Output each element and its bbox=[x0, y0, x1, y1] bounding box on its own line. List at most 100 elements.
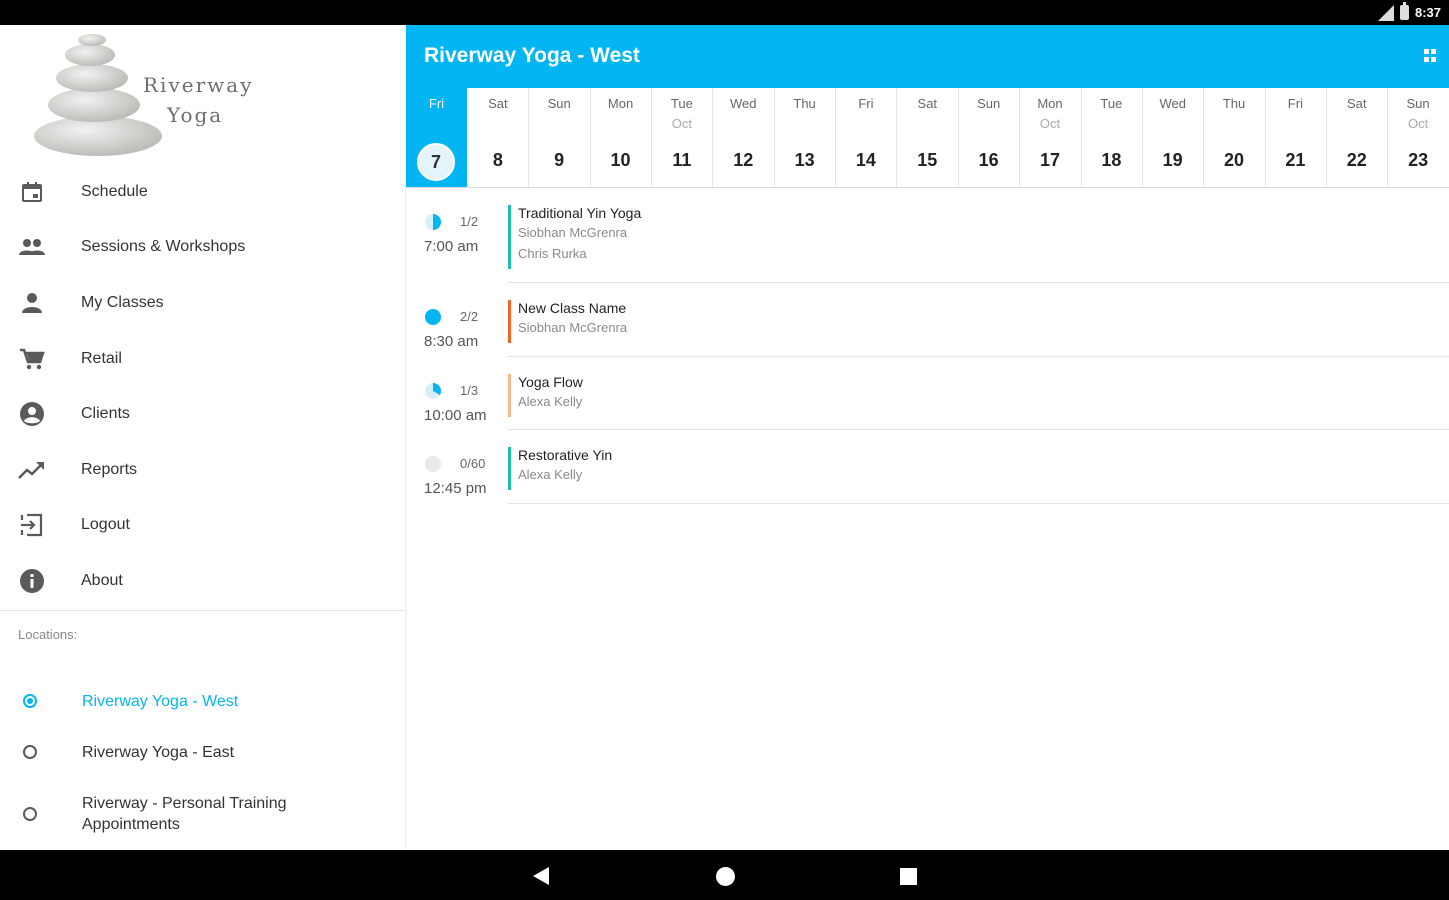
location-item-east[interactable]: Riverway Yoga - East bbox=[0, 742, 405, 762]
class-instructor: Siobhan McGrenra bbox=[518, 225, 628, 240]
date-cell-17[interactable]: Mon Oct 17 bbox=[1020, 88, 1082, 187]
date-month: Oct bbox=[1407, 116, 1429, 131]
date-strip: Fri 7 Sat 8 Sun 9 Mon 10 Tue Oct 11 Wed 12 Thu 13 Fri 14… bbox=[406, 88, 1449, 188]
account-circle-icon bbox=[18, 400, 46, 428]
status-bar: 8:37 bbox=[0, 0, 1449, 25]
date-day-name: Tue bbox=[670, 96, 693, 111]
date-cell-8[interactable]: Sat 8 bbox=[467, 88, 530, 187]
date-day-name: Fri bbox=[858, 96, 874, 111]
class-name: Traditional Yin Yoga bbox=[518, 205, 642, 221]
capacity-pie-icon bbox=[425, 382, 441, 399]
drawer-divider bbox=[0, 610, 405, 611]
nav-item-reports[interactable]: Reports bbox=[0, 442, 405, 498]
status-icons: 8:37 bbox=[1377, 2, 1441, 22]
class-row[interactable]: 2/2 8:30 am New Class Name Siobhan McGrenra bbox=[406, 283, 1449, 357]
class-name: New Class Name bbox=[518, 300, 627, 316]
date-day-number: 18 bbox=[1101, 150, 1122, 170]
date-day-number: 9 bbox=[554, 150, 565, 170]
radio-selected-icon[interactable] bbox=[23, 694, 37, 708]
date-cell-9[interactable]: Sun 9 bbox=[529, 88, 591, 187]
class-color-bar bbox=[508, 205, 511, 269]
system-nav-bar bbox=[0, 850, 1449, 900]
class-row[interactable]: 1/2 7:00 am Traditional Yin Yoga Siobhan Mc… bbox=[406, 188, 1449, 283]
date-cell-23[interactable]: Sun Oct 23 bbox=[1388, 88, 1449, 187]
capacity-pie-icon bbox=[425, 456, 441, 472]
nav-label-reports: Reports bbox=[81, 460, 138, 478]
class-time: 8:30 am bbox=[424, 333, 479, 350]
date-cell-7[interactable]: Fri 7 bbox=[406, 88, 467, 187]
date-day-name: Thu bbox=[793, 96, 816, 111]
class-time: 12:45 pm bbox=[424, 480, 487, 497]
page-title: Riverway Yoga - West bbox=[424, 44, 640, 67]
date-day-number: 14 bbox=[855, 150, 876, 170]
class-instructor: Chris Rurka bbox=[518, 246, 587, 261]
drawer-nav-list: Schedule Sessions & Workshops My Classes… bbox=[0, 164, 405, 609]
nav-item-schedule[interactable]: Schedule bbox=[0, 164, 405, 220]
date-cell-22[interactable]: Sat 22 bbox=[1326, 88, 1389, 187]
nav-label-retail: Retail bbox=[81, 349, 122, 367]
date-day-number: 12 bbox=[733, 150, 754, 170]
capacity-pie-icon bbox=[425, 214, 441, 230]
nav-label-sessions-workshops: Sessions & Workshops bbox=[81, 238, 246, 256]
date-cell-21[interactable]: Fri 21 bbox=[1265, 88, 1327, 187]
nav-item-clients[interactable]: Clients bbox=[0, 386, 405, 442]
date-day-name: Sun bbox=[547, 96, 571, 111]
location-item-personal-training[interactable]: Riverway - Personal Training Appointment… bbox=[0, 793, 405, 835]
date-day-name: Thu bbox=[1222, 96, 1246, 111]
date-cell-12[interactable]: Wed 12 bbox=[713, 88, 775, 187]
radio-unselected-icon[interactable] bbox=[23, 745, 37, 759]
grid-view-icon[interactable] bbox=[1424, 49, 1436, 62]
date-day-number: 8 bbox=[492, 150, 503, 170]
date-day-number: 20 bbox=[1224, 150, 1245, 170]
date-day-number: 13 bbox=[794, 150, 815, 170]
date-day-name: Tue bbox=[1100, 96, 1123, 111]
class-row[interactable]: 0/60 12:45 pm Restorative Yin Alexa Kelly bbox=[406, 430, 1449, 504]
location-label-east: Riverway Yoga - East bbox=[82, 743, 235, 761]
class-instructor: Siobhan McGrenra bbox=[518, 320, 628, 335]
row-divider bbox=[508, 502, 1449, 504]
date-cell-13[interactable]: Thu 13 bbox=[774, 88, 837, 187]
cart-icon bbox=[18, 345, 46, 373]
class-capacity: 2/2 bbox=[460, 309, 479, 324]
date-cell-19[interactable]: Wed 19 bbox=[1142, 88, 1205, 187]
date-day-name: Sun bbox=[1406, 96, 1430, 111]
date-day-number: 7 bbox=[417, 143, 455, 181]
date-cell-15[interactable]: Sat 15 bbox=[897, 88, 959, 187]
date-day-name: Sun bbox=[977, 96, 1001, 111]
logout-icon bbox=[18, 511, 46, 539]
class-row[interactable]: 1/3 10:00 am Yoga Flow Alexa Kelly bbox=[406, 357, 1449, 430]
date-cell-11[interactable]: Tue Oct 11 bbox=[651, 88, 714, 187]
date-day-number: 22 bbox=[1346, 150, 1367, 170]
date-day-name: Sat bbox=[1346, 96, 1367, 111]
class-capacity: 1/2 bbox=[460, 214, 479, 229]
date-cell-18[interactable]: Tue 18 bbox=[1081, 88, 1143, 187]
date-month: Oct bbox=[1039, 116, 1061, 131]
home-icon[interactable] bbox=[716, 867, 735, 886]
date-cell-20[interactable]: Thu 20 bbox=[1204, 88, 1266, 187]
date-day-number: 11 bbox=[672, 150, 692, 170]
recents-icon[interactable] bbox=[900, 868, 917, 885]
date-cell-16[interactable]: Sun 16 bbox=[958, 88, 1021, 187]
calendar-icon bbox=[18, 178, 46, 206]
person-icon bbox=[18, 289, 46, 317]
nav-item-sessions-workshops[interactable]: Sessions & Workshops bbox=[0, 220, 405, 276]
date-cell-10[interactable]: Mon 10 bbox=[590, 88, 653, 187]
back-icon[interactable] bbox=[533, 867, 549, 885]
date-day-number: 16 bbox=[978, 150, 999, 170]
nav-item-my-classes[interactable]: My Classes bbox=[0, 275, 405, 331]
nav-label-logout: Logout bbox=[81, 516, 130, 534]
date-day-number: 17 bbox=[1039, 150, 1061, 170]
class-name: Restorative Yin bbox=[518, 447, 613, 463]
nav-label-clients: Clients bbox=[81, 405, 130, 423]
logo-text-yoga: Yoga bbox=[167, 103, 224, 127]
location-item-west[interactable]: Riverway Yoga - West bbox=[0, 691, 405, 711]
date-day-name: Wed bbox=[1159, 96, 1186, 111]
nav-item-retail[interactable]: Retail bbox=[0, 331, 405, 387]
nav-item-about[interactable]: About bbox=[0, 553, 405, 609]
date-cell-14[interactable]: Fri 14 bbox=[835, 88, 898, 187]
nav-item-logout[interactable]: Logout bbox=[0, 498, 405, 554]
people-icon bbox=[18, 233, 46, 261]
location-label-personal-training: Riverway - Personal Training Appointment… bbox=[82, 795, 287, 833]
class-color-bar bbox=[508, 447, 511, 490]
radio-unselected-icon[interactable] bbox=[23, 807, 37, 821]
